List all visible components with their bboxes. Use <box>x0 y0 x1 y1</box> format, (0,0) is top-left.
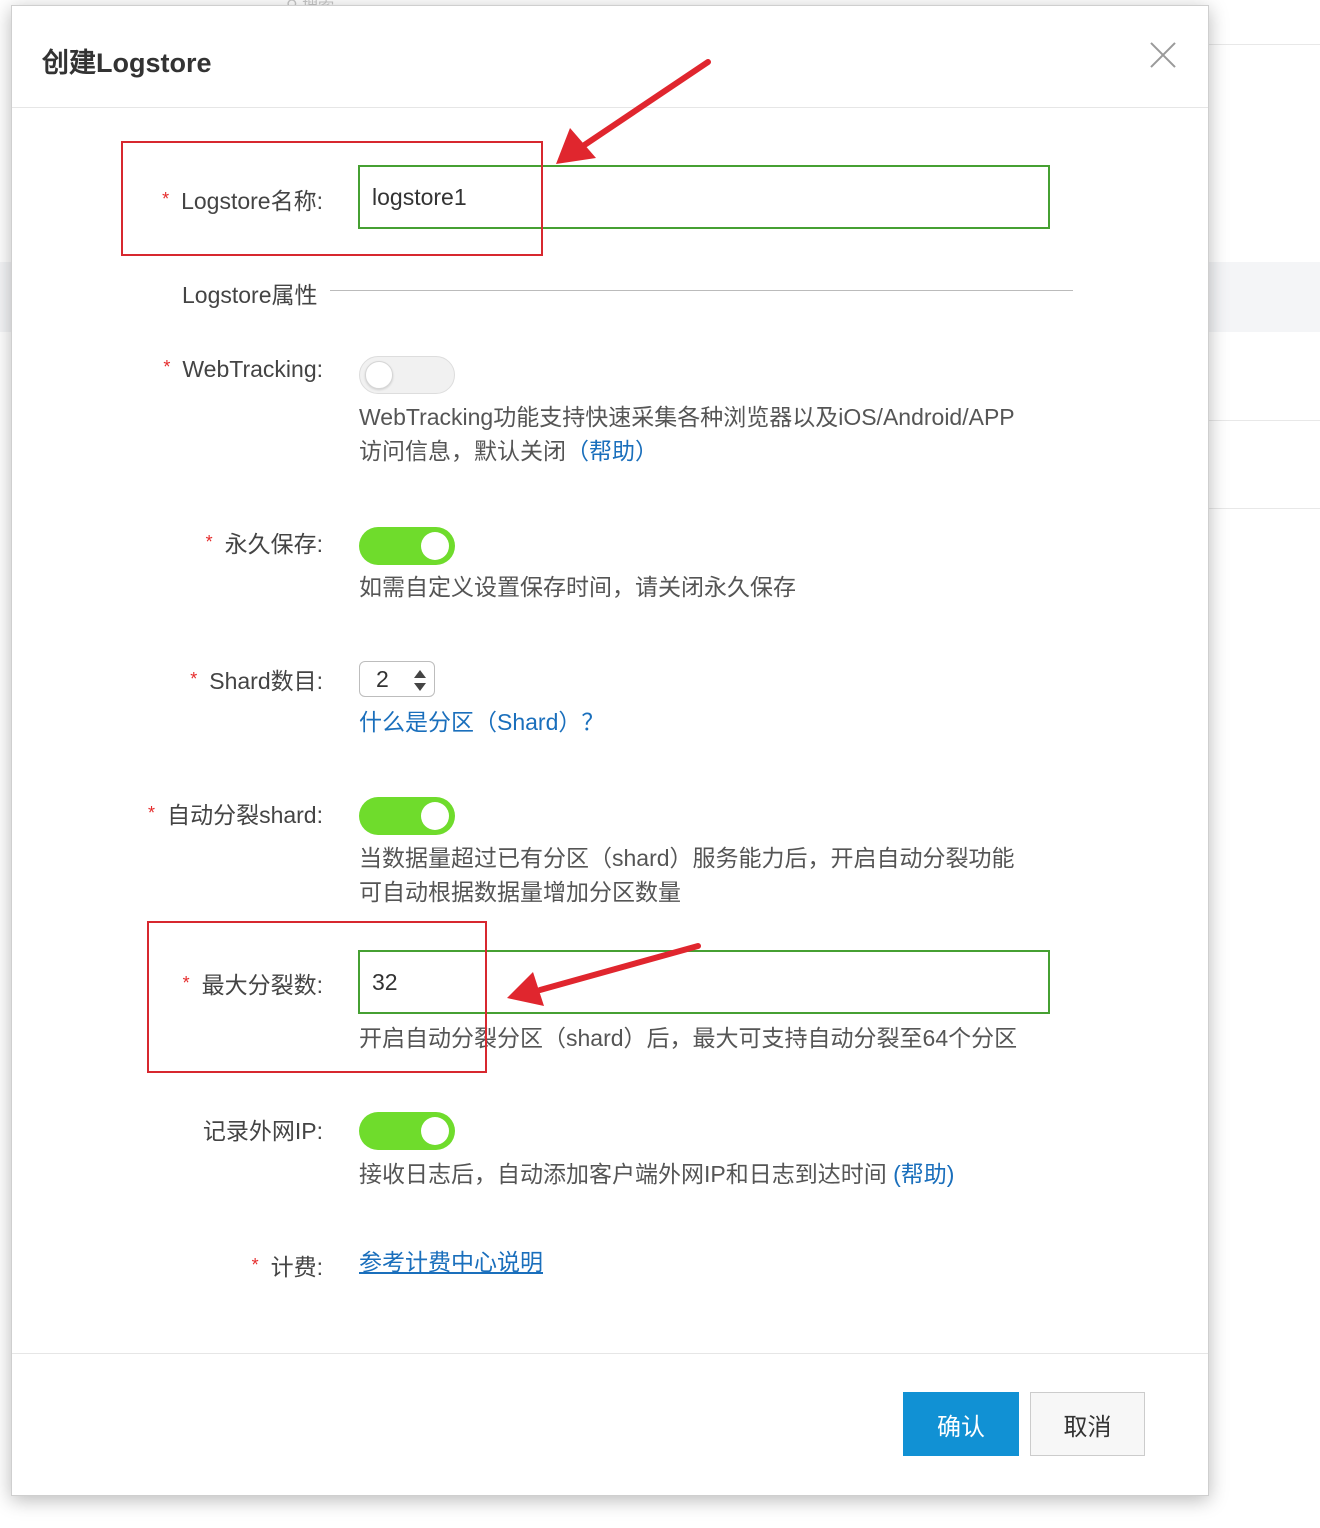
record-ip-toggle[interactable] <box>359 1112 455 1150</box>
required-marker: * <box>182 973 190 993</box>
shard-count-stepper[interactable]: 2 <box>359 661 435 697</box>
toggle-knob <box>421 532 449 560</box>
toggle-knob <box>421 1117 449 1145</box>
webtracking-label: * WebTracking: <box>163 356 323 382</box>
footer-divider <box>12 1353 1208 1354</box>
billing-doc-link[interactable]: 参考计费中心说明 <box>359 1245 543 1279</box>
record-ip-help-link[interactable]: (帮助) <box>893 1161 954 1187</box>
background-divider <box>1209 508 1320 509</box>
section-divider <box>330 290 1073 291</box>
shard-count-value: 2 <box>376 666 389 692</box>
logstore-name-label: * Logstore名称: <box>162 188 323 214</box>
logstore-name-input[interactable] <box>358 165 1050 229</box>
dialog-header: 创建Logstore <box>12 6 1208 108</box>
permanent-storage-help: 如需自定义设置保存时间，请关闭永久保存 <box>359 574 796 600</box>
toggle-knob <box>421 802 449 830</box>
auto-split-help: 当数据量超过已有分区（shard）服务能力后，开启自动分裂功能 可自动根据数据量… <box>359 845 1015 905</box>
dialog-title: 创建Logstore <box>42 48 212 78</box>
webtracking-help: WebTracking功能支持快速采集各种浏览器以及iOS/Android/AP… <box>359 404 1015 464</box>
required-marker: * <box>190 669 198 689</box>
create-logstore-dialog: 创建Logstore *Logstore名称: Logstore属性 *WebT… <box>11 5 1209 1496</box>
shard-count-label: * Shard数目: <box>190 668 323 694</box>
stepper-up-icon[interactable] <box>414 670 426 678</box>
max-split-help: 开启自动分裂分区（shard）后，最大可支持自动分裂至64个分区 <box>359 1025 1018 1051</box>
required-marker: * <box>163 357 171 377</box>
close-icon[interactable] <box>1148 40 1178 70</box>
permanent-storage-toggle[interactable] <box>359 527 455 565</box>
shard-help-link[interactable]: 什么是分区（Shard）？ <box>359 705 604 739</box>
record-ip-label: 记录外网IP: <box>202 1118 323 1144</box>
background-divider <box>1209 44 1320 45</box>
confirm-button[interactable]: 确认 <box>903 1392 1019 1456</box>
required-marker: * <box>162 189 170 209</box>
max-split-input[interactable] <box>358 950 1050 1014</box>
permanent-storage-label: * 永久保存: <box>205 531 323 557</box>
stepper-down-icon[interactable] <box>414 683 426 691</box>
record-ip-help: 接收日志后，自动添加客户端外网IP和日志到达时间 (帮助) <box>359 1161 955 1187</box>
billing-label: * 计费: <box>251 1254 323 1280</box>
section-title: Logstore属性 <box>182 282 318 308</box>
toggle-knob <box>365 361 393 389</box>
background-divider <box>1209 420 1320 421</box>
max-split-label: * 最大分裂数: <box>182 972 323 998</box>
required-marker: * <box>148 803 156 823</box>
auto-split-label: * 自动分裂shard: <box>148 802 323 828</box>
webtracking-toggle[interactable] <box>359 356 455 394</box>
required-marker: * <box>251 1255 259 1275</box>
auto-split-toggle[interactable] <box>359 797 455 835</box>
required-marker: * <box>205 532 213 552</box>
webtracking-help-link[interactable]: （帮助） <box>566 438 658 464</box>
cancel-button[interactable]: 取消 <box>1030 1392 1145 1456</box>
